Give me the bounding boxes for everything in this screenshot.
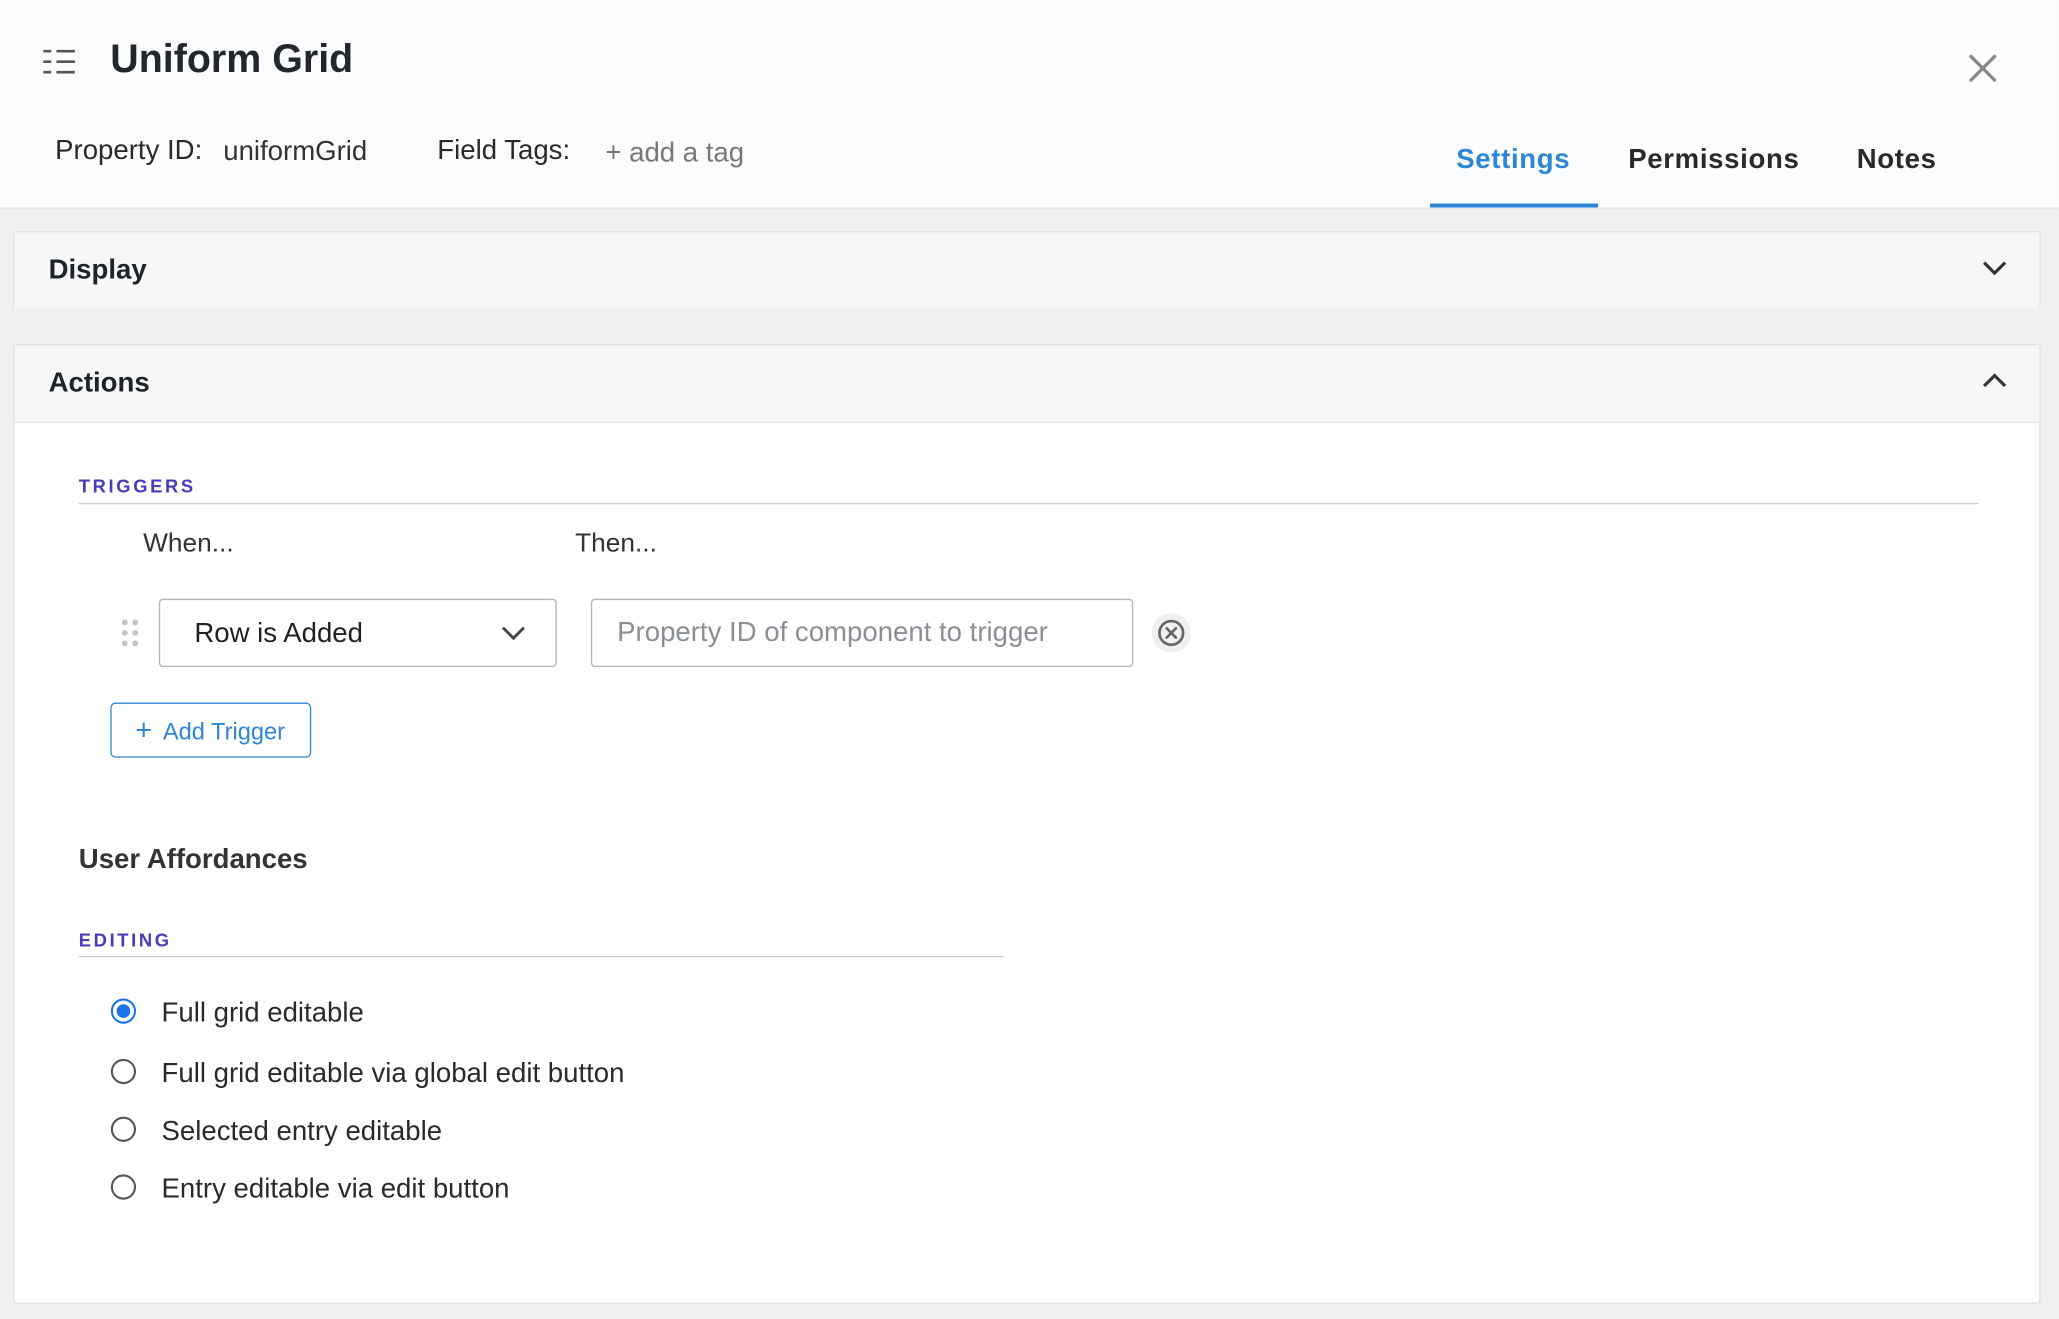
tab-notes[interactable]: Notes xyxy=(1857,144,1937,176)
triggers-divider xyxy=(78,502,1979,505)
radio-full-grid-editable[interactable] xyxy=(110,998,137,1024)
list-icon[interactable] xyxy=(42,47,76,76)
when-column-label: When... xyxy=(143,529,234,559)
user-affordances-title: User Affordances xyxy=(78,844,308,875)
close-icon[interactable] xyxy=(1964,50,2001,87)
editing-section-label: EDITING xyxy=(78,929,172,951)
actions-panel-title: Actions xyxy=(48,367,150,398)
then-column-label: Then... xyxy=(575,529,657,559)
add-trigger-button[interactable]: + Add Trigger xyxy=(110,702,312,758)
radio-full-grid-global-edit[interactable] xyxy=(110,1058,137,1085)
trigger-event-select[interactable]: Row is Added xyxy=(158,598,557,668)
tab-permissions[interactable]: Permissions xyxy=(1628,144,1799,176)
property-id-value: uniformGrid xyxy=(223,136,368,167)
display-panel-header[interactable]: Display xyxy=(14,232,2040,309)
trigger-target-input[interactable] xyxy=(590,598,1134,668)
triggers-section-label: TRIGGERS xyxy=(78,475,196,497)
option-label[interactable]: Full grid editable xyxy=(162,998,364,1030)
drag-handle-icon[interactable] xyxy=(119,618,140,647)
remove-circle-icon[interactable] xyxy=(1151,613,1191,653)
editing-divider xyxy=(78,955,1005,958)
option-label[interactable]: Full grid editable via global edit butto… xyxy=(162,1058,625,1090)
property-id-label: Property ID: xyxy=(55,135,203,166)
plus-icon: + xyxy=(135,713,153,746)
chevron-up-icon[interactable] xyxy=(1981,372,2007,390)
option-label[interactable]: Selected entry editable xyxy=(162,1116,443,1148)
actions-panel: Actions TRIGGERS When... Then... Row is … xyxy=(13,344,2041,1304)
radio-selected-entry-editable[interactable] xyxy=(110,1116,137,1142)
add-tag-link[interactable]: + add a tag xyxy=(605,138,744,170)
display-panel: Display xyxy=(13,231,2041,309)
option-label[interactable]: Entry editable via edit button xyxy=(162,1174,510,1206)
display-panel-title: Display xyxy=(48,254,147,285)
trigger-event-value: Row is Added xyxy=(194,618,363,649)
actions-panel-header[interactable]: Actions xyxy=(14,345,2040,423)
dialog-title: Uniform Grid xyxy=(110,38,354,82)
add-trigger-label: Add Trigger xyxy=(162,718,286,745)
chevron-down-icon xyxy=(501,626,525,641)
active-tab-indicator xyxy=(1429,203,1599,208)
chevron-down-icon[interactable] xyxy=(1981,259,2007,277)
radio-entry-edit-button[interactable] xyxy=(110,1174,137,1200)
field-tags-label: Field Tags: xyxy=(437,135,571,166)
dialog: Uniform Grid Property ID: uniformGrid Fi… xyxy=(0,0,2059,1318)
dialog-header: Uniform Grid Property ID: uniformGrid Fi… xyxy=(0,0,2059,209)
tab-settings[interactable]: Settings xyxy=(1456,144,1570,176)
